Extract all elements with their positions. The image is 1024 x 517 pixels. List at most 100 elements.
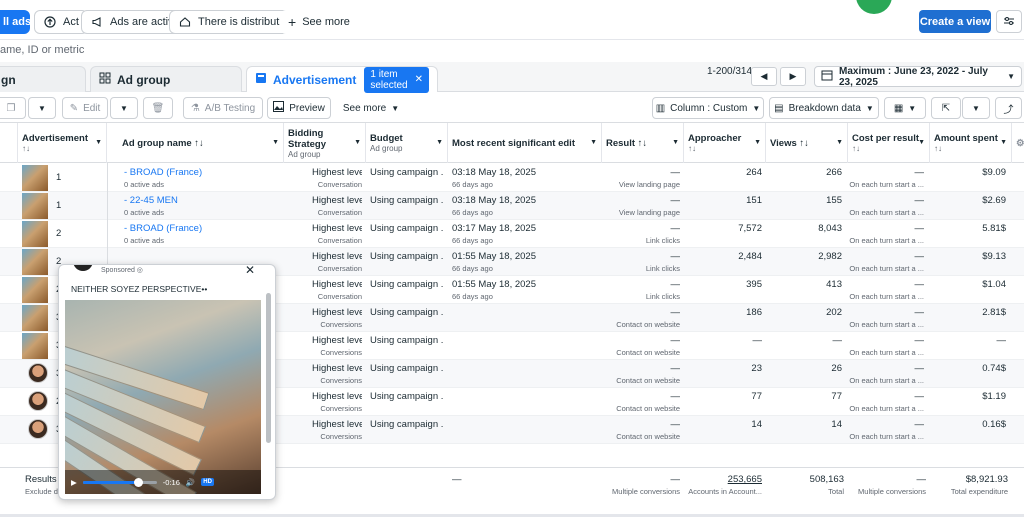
tab-campaign[interactable]: gn (0, 66, 86, 92)
cell-bid: Highest level (312, 167, 362, 178)
cell-spent: — (996, 335, 1007, 346)
totals-reach[interactable]: 253,665 (684, 474, 762, 485)
column-header-cost-per-result[interactable]: Cost per result ↑↓ ▼ (848, 123, 930, 163)
totals-result-sub: Multiple conversions (612, 487, 680, 496)
cell-cpr: — (914, 195, 925, 206)
ad-thumbnail[interactable] (22, 333, 48, 359)
table-row[interactable]: 1 - BROAD (France) 0 active ads Highest lev… (0, 164, 1024, 192)
column-header-approacher[interactable]: Approacher ↑↓ ▼ (684, 123, 766, 163)
avatar[interactable] (856, 0, 892, 14)
ad-thumbnail[interactable] (22, 305, 48, 331)
duplicate-dropdown[interactable]: ▼ (28, 97, 56, 119)
tab-ad-group[interactable]: Ad group (90, 66, 242, 92)
table-row[interactable]: 1 - 22-45 MEN 0 active ads Highest level Con… (0, 192, 1024, 220)
ad-thumbnail[interactable] (22, 249, 48, 275)
cell-cpr_sub: On each turn start a ... (849, 376, 924, 385)
totals-spent: $8,921.93 (965, 474, 1008, 485)
ad-thumbnail[interactable] (28, 363, 48, 383)
preview-label: Preview (289, 102, 325, 114)
ad-thumbnail[interactable] (22, 193, 48, 219)
ad-thumbnail[interactable] (22, 165, 48, 191)
ad-thumbnail[interactable] (22, 221, 48, 247)
cell-reach: 14 (751, 419, 762, 430)
date-range-label: Maximum : June 23, 2022 - July 23, 2025 (839, 65, 988, 88)
close-icon[interactable]: ✕ (245, 265, 255, 277)
column-header-label: Advertisement (22, 133, 88, 144)
selected-count-badge[interactable]: 1 item selected ✕ (364, 66, 429, 93)
export-button[interactable]: ⇱ (931, 97, 961, 119)
search-row: ame, ID or metric (0, 40, 1024, 62)
cell-views: — (832, 335, 843, 346)
chevron-down-icon: ▼ (272, 139, 279, 146)
cell-reach: 151 (746, 195, 762, 206)
tab-advertisement[interactable]: Advertisement 1 item selected ✕ (246, 66, 438, 93)
ad-thumbnail[interactable] (28, 391, 48, 411)
ad-group-name-link[interactable]: - 22-45 MEN (124, 195, 178, 206)
cell-spent: $1.04 (982, 279, 1006, 290)
tab-label: Advertisement (273, 72, 357, 87)
columns-dropdown[interactable]: ▥ Column : Custom ▼ (652, 97, 764, 119)
column-header-amount-spent[interactable]: Amount spent ↑↓ ▼ (930, 123, 1012, 163)
reports-dropdown[interactable]: ▦ ▼ (884, 97, 926, 119)
ad-group-name-link[interactable]: - BROAD (France) (124, 223, 202, 234)
chevron-left-icon: ◀ (760, 71, 768, 81)
search-input[interactable]: ame, ID or metric (0, 44, 84, 56)
export-dropdown[interactable]: ▼ (962, 97, 990, 119)
settings-sliders-button[interactable] (996, 10, 1022, 33)
cell-reach: 77 (751, 391, 762, 402)
column-header-label: Bidding Strategy (288, 127, 327, 150)
cell-result: — (670, 167, 681, 178)
volume-icon[interactable]: 🔊 (186, 478, 195, 487)
chevron-down-icon: ▼ (436, 139, 443, 146)
ab-testing-button[interactable]: ⚗ A/B Testing (183, 97, 263, 119)
cell-reach: — (752, 335, 763, 346)
megaphone-icon (90, 15, 104, 29)
ad-video[interactable]: ▶ -0:16 🔊 HD (65, 300, 261, 494)
filter-chip-active[interactable]: Act (34, 10, 88, 34)
chevron-down-icon: ▼ (38, 103, 46, 113)
create-view-button[interactable]: Create a view (919, 10, 991, 33)
column-settings-icon[interactable]: ⚙ (1012, 123, 1024, 163)
sliders-icon (1003, 15, 1015, 29)
cell-result_sub: Contact on website (616, 376, 680, 385)
cell-result_sub: Link clicks (645, 236, 680, 245)
preview-button[interactable]: Preview (267, 97, 331, 119)
totals-views: 508,163 (809, 474, 844, 485)
table-row[interactable]: 2 - BROAD (France) 0 active ads Highest lev… (0, 220, 1024, 248)
chart-button[interactable]: ⤴ (995, 97, 1022, 119)
video-progress-handle[interactable] (134, 477, 144, 487)
preview-scrollbar[interactable] (266, 293, 271, 443)
duplicate-button[interactable]: ❐ (0, 97, 26, 119)
grid-icon (99, 72, 111, 87)
column-header-ad-group-name[interactable]: Ad group name ↑↓ ▼ (118, 123, 284, 163)
cell-views: 8,043 (818, 223, 842, 234)
prev-page-button[interactable]: ◀ (751, 67, 777, 86)
close-icon[interactable]: ✕ (415, 74, 423, 85)
totals-result: — (670, 474, 681, 485)
column-header-result[interactable]: Result ↑↓ ▼ (602, 123, 684, 163)
edit-dropdown[interactable]: ▼ (110, 97, 138, 119)
column-header-label: Approacher (688, 133, 742, 144)
breakdown-dropdown[interactable]: ▤ Breakdown data ▼ (769, 97, 879, 119)
column-header-budget[interactable]: Budget Ad group ▼ (366, 123, 448, 163)
video-progress-bar[interactable] (82, 477, 157, 487)
column-header-views[interactable]: Views ↑↓ ▼ (766, 123, 848, 163)
next-page-button[interactable]: ▶ (780, 67, 806, 86)
ad-group-name-link[interactable]: - BROAD (France) (124, 167, 202, 178)
see-more-filters-button[interactable]: + See more (280, 10, 358, 34)
play-icon[interactable]: ▶ (71, 478, 77, 487)
column-header-recent-edit[interactable]: Most recent significant edit ▼ (448, 123, 602, 163)
delete-button[interactable]: 🗑 (143, 97, 173, 119)
ad-thumbnail[interactable] (22, 277, 48, 303)
hd-badge[interactable]: HD (201, 478, 214, 486)
ad-thumbnail[interactable] (28, 419, 48, 439)
date-range-picker[interactable]: Maximum : June 23, 2022 - July 23, 2025 … (814, 65, 1022, 88)
chevron-down-icon: ▼ (1007, 72, 1015, 81)
column-header-bidding-strategy[interactable]: Bidding Strategy Ad group ▼ (284, 123, 366, 163)
filter-chip-all-ads[interactable]: ll ads (0, 10, 31, 34)
cell-bid: Highest level (312, 335, 362, 346)
select-all-checkbox[interactable] (0, 123, 18, 163)
edit-button[interactable]: ✎ Edit (62, 97, 108, 119)
see-more-actions-button[interactable]: See more ▼ (338, 97, 404, 119)
column-header-advertisement[interactable]: Advertisement ↑↓ ▼ (18, 123, 107, 163)
